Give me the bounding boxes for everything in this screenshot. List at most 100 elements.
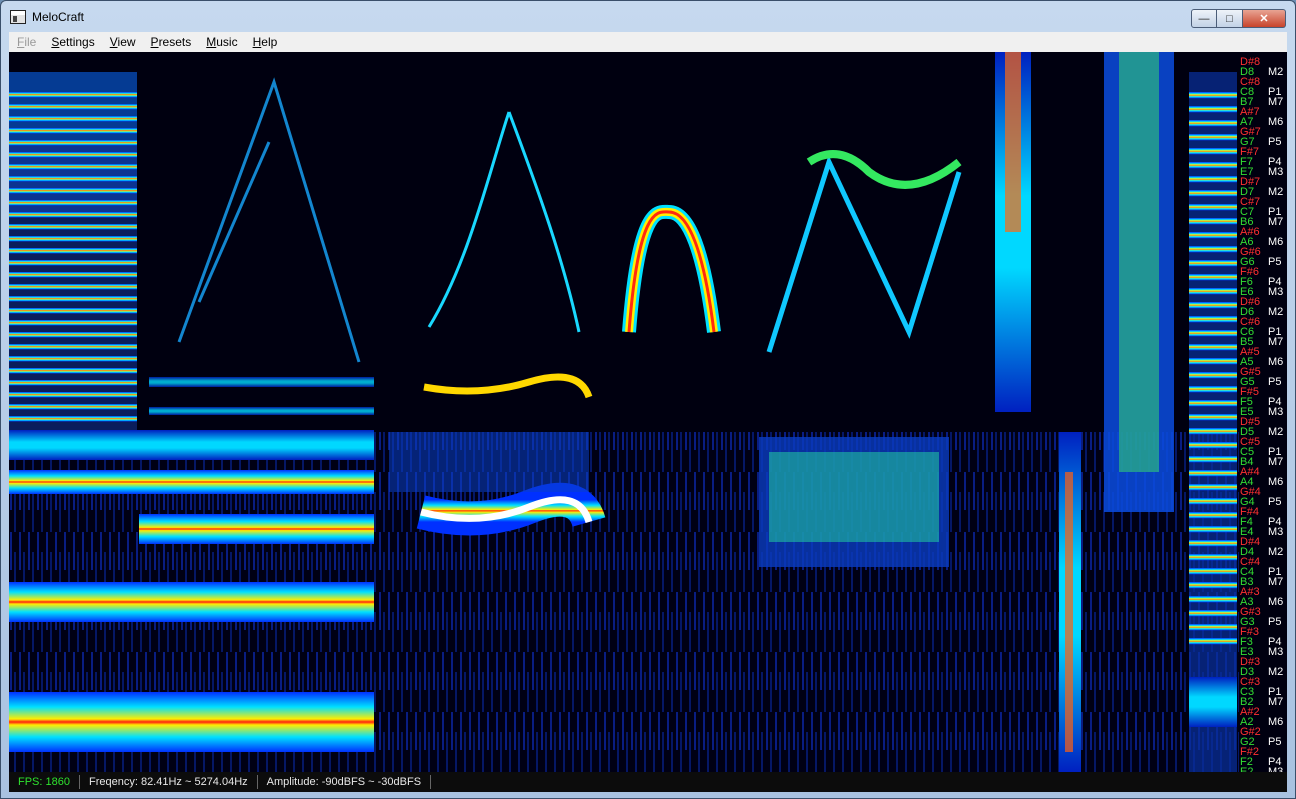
menu-view[interactable]: View: [103, 35, 143, 49]
harmonic-line: [1189, 512, 1237, 519]
harmonic-line: [1189, 372, 1237, 379]
harmonic-line: [9, 392, 137, 398]
maximize-button[interactable]: □: [1217, 9, 1243, 28]
harmonic-line: [1189, 162, 1237, 169]
minimize-button[interactable]: —: [1191, 9, 1217, 28]
interval-label: M6: [1268, 476, 1283, 488]
menu-help[interactable]: Help: [246, 35, 285, 49]
harmonic-line: [1189, 134, 1237, 141]
interval-label: M6: [1268, 356, 1283, 368]
harmonic-line: [1189, 568, 1237, 575]
harmonic-line: [1189, 498, 1237, 505]
harmonic-line: [9, 320, 137, 326]
menu-presets[interactable]: Presets: [144, 35, 199, 49]
harmonic-line: [1189, 582, 1237, 589]
harmonic-line: [1189, 400, 1237, 407]
interval-label: P5: [1268, 736, 1281, 748]
segment-arch: [622, 204, 721, 333]
harmonic-line: [1189, 176, 1237, 183]
harmonic-line: [1189, 484, 1237, 491]
segment-v-shape: [759, 150, 962, 567]
harmonic-line: [1189, 610, 1237, 617]
window-title: MeloCraft: [32, 10, 85, 24]
interval-label: M7: [1268, 96, 1283, 108]
harmonic-line: [9, 116, 137, 122]
harmonic-line: [1189, 638, 1237, 645]
fps-readout: FPS: 1860: [9, 775, 80, 789]
harmonic-line: [1189, 148, 1237, 155]
harmonic-line: [1189, 624, 1237, 631]
interval-label: M7: [1268, 576, 1283, 588]
interval-label: P5: [1268, 136, 1281, 148]
segment-vibrato: [389, 111, 606, 536]
app-window: MeloCraft — □ ✕ File Settings View Prese…: [0, 0, 1296, 799]
harmonic-line: [1189, 414, 1237, 421]
harmonic-line: [9, 92, 137, 98]
harmonic-line: [1189, 246, 1237, 253]
harmonic-line: [1189, 428, 1237, 435]
frequency-range: Freqency: 82.41Hz ~ 5274.04Hz: [80, 775, 258, 789]
interval-label: M3: [1268, 646, 1283, 658]
interval-label: M2: [1268, 426, 1283, 438]
harmonic-line: [9, 236, 137, 242]
interval-label: M7: [1268, 216, 1283, 228]
title-bar[interactable]: MeloCraft — □ ✕: [1, 1, 1295, 33]
harmonic-line: [1189, 302, 1237, 309]
harmonic-line: [9, 284, 137, 290]
harmonic-line: [1189, 456, 1237, 463]
interval-label: M6: [1268, 116, 1283, 128]
harmonic-line: [9, 272, 137, 278]
segment-chirp-faint: [149, 77, 374, 415]
harmonic-line: [1189, 218, 1237, 225]
menu-settings[interactable]: Settings: [44, 35, 101, 49]
note-axis: D#8D8 M2C#8C8 P1B7 M7A#7A7 M6G#7G7 P5F#7F7 P4E…: [1240, 56, 1283, 772]
harmonic-line: [9, 308, 137, 314]
harmonic-line: [9, 260, 137, 266]
maximize-icon: □: [1226, 12, 1233, 25]
harmonic-line: [9, 224, 137, 230]
app-window-icon[interactable]: [10, 10, 26, 24]
status-bar: FPS: 1860 Freqency: 82.41Hz ~ 5274.04Hz …: [9, 772, 1287, 792]
harmonic-line: [1189, 554, 1237, 561]
harmonic-line: [9, 140, 137, 146]
interval-label: M2: [1268, 306, 1283, 318]
harmonic-line: [9, 188, 137, 194]
interval-label: M7: [1268, 696, 1283, 708]
close-button[interactable]: ✕: [1243, 9, 1286, 28]
harmonic-line: [1189, 470, 1237, 477]
harmonic-line: [1189, 358, 1237, 365]
harmonic-line: [9, 296, 137, 302]
harmonic-line: [1189, 344, 1237, 351]
harmonic-line: [9, 344, 137, 350]
interval-label: M3: [1268, 166, 1283, 178]
harmonic-line: [9, 404, 137, 410]
interval-label: P5: [1268, 616, 1281, 628]
harmonic-line: [1189, 120, 1237, 127]
harmonic-line: [1189, 288, 1237, 295]
harmonic-line: [1189, 274, 1237, 281]
interval-label: M7: [1268, 336, 1283, 348]
harmonic-line: [9, 164, 137, 170]
harmonic-line: [1189, 232, 1237, 239]
harmonic-line: [9, 368, 137, 374]
interval-label: M2: [1268, 186, 1283, 198]
harmonic-line: [1189, 316, 1237, 323]
menu-file[interactable]: File: [10, 35, 43, 49]
segment-harmonic-right: [1189, 72, 1237, 772]
spectrogram-view[interactable]: D#8 D8 M2 C#8 C8 P1 B7 M7 A#7 A7 M6 G#7 G7 P5 F#7 F7 P4 E…: [9, 52, 1287, 772]
harmonic-line: [1189, 540, 1237, 547]
interval-label: M2: [1268, 546, 1283, 558]
interval-label: M7: [1268, 456, 1283, 468]
harmonic-line: [1189, 260, 1237, 267]
harmonic-line: [9, 128, 137, 134]
harmonic-line: [1189, 386, 1237, 393]
harmonic-line: [9, 416, 137, 422]
menu-music[interactable]: Music: [199, 35, 244, 49]
interval-label: M3: [1268, 286, 1283, 298]
harmonic-line: [1189, 190, 1237, 197]
amplitude-range: Amplitude: -90dBFS ~ -30dBFS: [258, 775, 432, 789]
harmonic-line: [9, 332, 137, 338]
interval-label: P5: [1268, 256, 1281, 268]
interval-label: M2: [1268, 66, 1283, 78]
close-icon: ✕: [1259, 13, 1269, 25]
